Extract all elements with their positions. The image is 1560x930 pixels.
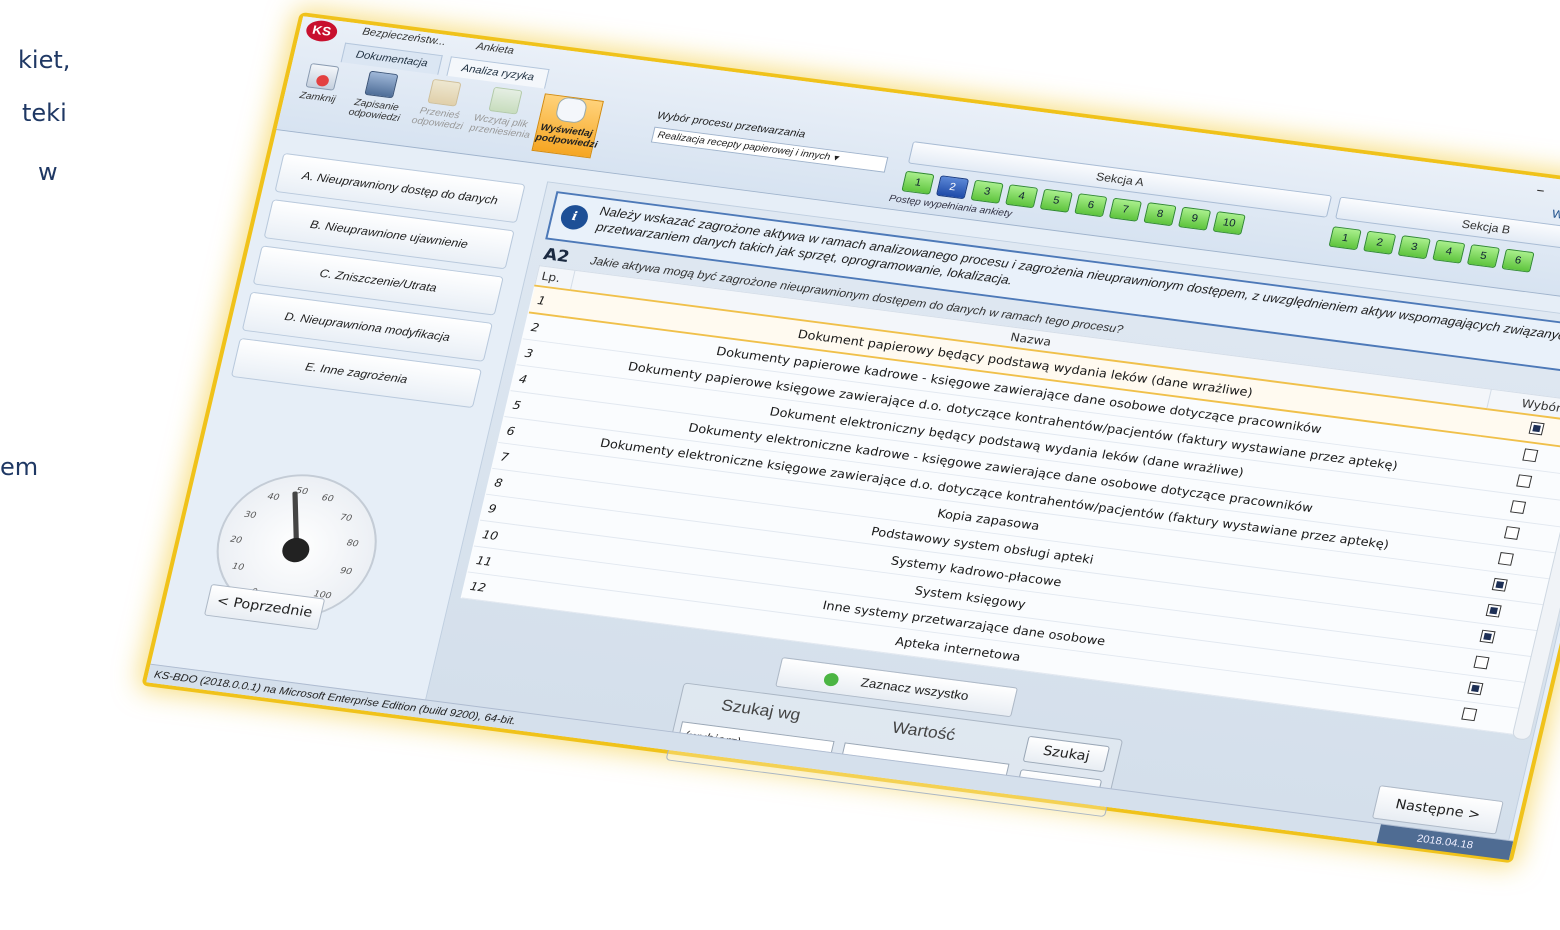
row-checkbox[interactable] [1485,603,1502,618]
download-icon [488,86,523,115]
row-checkbox[interactable] [1497,551,1514,566]
close-icon [305,63,340,91]
row-checkbox[interactable] [1466,680,1483,695]
mark-all-label: Zaznacz wszystko [859,675,971,703]
gauge-tick: 60 [320,493,335,505]
row-checkbox[interactable] [1491,577,1508,592]
load-transfer-file-label: Wczytaj plik przeniesienia [468,112,531,141]
assets-table-body: 1 Dokument papierowy będący podstawą wyda… [461,285,1560,735]
question-panel: i Należy wskazać zagrożone aktywa w rama… [424,181,1560,842]
step-a-4[interactable]: 4 [1005,184,1039,209]
row-checkbox[interactable] [1521,447,1538,462]
gauge-tick: 40 [266,492,281,503]
step-b-4[interactable]: 4 [1432,239,1466,264]
speech-bubble-icon [554,96,589,125]
upload-icon [427,78,462,107]
row-checkbox[interactable] [1460,706,1477,721]
row-number: 12 [461,571,503,603]
transfer-answers-label: Przenieś odpowiedzi [410,105,464,133]
close-label: Zamknij [298,90,337,106]
gauge-hub [279,536,312,564]
gauge-tick: 10 [231,561,245,573]
step-b-1[interactable]: 1 [1328,226,1362,251]
show-hints-button[interactable]: Wyświetlaj podpowiedzi [531,93,604,159]
row-checkbox[interactable] [1473,655,1490,669]
row-checkbox[interactable] [1503,525,1520,540]
gauge-tick: 20 [229,535,243,546]
step-a-10[interactable]: 10 [1212,211,1246,236]
step-a-8[interactable]: 8 [1143,202,1177,227]
save-answers-label: Zapisanie odpowiedzi [347,97,401,124]
show-hints-label: Wyświetlaj podpowiedzi [534,122,599,151]
step-a-6[interactable]: 6 [1074,193,1108,218]
app-window: KS Bezpieczeństw... Ankieta – □ Dokument… [141,12,1560,864]
close-button[interactable]: Zamknij [284,61,354,124]
step-a-9[interactable]: 9 [1177,206,1212,231]
screenshot-stage: KS Bezpieczeństw... Ankieta – □ Dokument… [20,0,1560,930]
load-transfer-file-button[interactable]: Wczytaj plik przeniesienia [467,85,537,148]
step-b-3[interactable]: 3 [1397,235,1431,260]
step-b-5[interactable]: 5 [1466,244,1501,269]
save-icon [364,70,399,99]
row-checkbox[interactable] [1528,421,1545,435]
check-icon [823,671,841,687]
step-a-2[interactable]: 2 [935,175,970,200]
chevron-down-icon: ▾ [831,152,840,164]
search-button[interactable]: Szukaj [1022,735,1111,773]
step-a-7[interactable]: 7 [1108,197,1143,222]
step-a-5[interactable]: 5 [1039,188,1073,213]
step-a-1[interactable]: 1 [901,170,935,195]
row-checkbox[interactable] [1515,473,1532,488]
search-value-label: Wartość [890,718,958,745]
row-checkbox[interactable] [1479,629,1496,643]
info-icon: i [558,203,591,232]
gauge-tick: 30 [243,510,258,521]
row-checkbox[interactable] [1509,499,1526,514]
gauge-tick: 90 [339,566,353,578]
search-by-label: Szukaj wg [719,696,803,724]
gauge-tick: 70 [339,513,353,524]
question-id: A2 [541,245,572,267]
step-a-3[interactable]: 3 [970,179,1004,204]
gauge-tick: 80 [345,538,360,550]
title-tab-survey[interactable]: Ankieta [475,41,515,57]
process-selector-group: Wybór procesu przetwarzania Realizacja r… [650,110,893,173]
transfer-answers-button[interactable]: Przenieś odpowiedzi [406,77,476,140]
app-logo: KS [304,18,340,44]
save-answers-button[interactable]: Zapisanie odpowiedzi [343,69,413,132]
title-tab-security[interactable]: Bezpieczeństw... [361,26,447,48]
step-b-6[interactable]: 6 [1501,248,1535,273]
step-b-2[interactable]: 2 [1363,230,1397,255]
